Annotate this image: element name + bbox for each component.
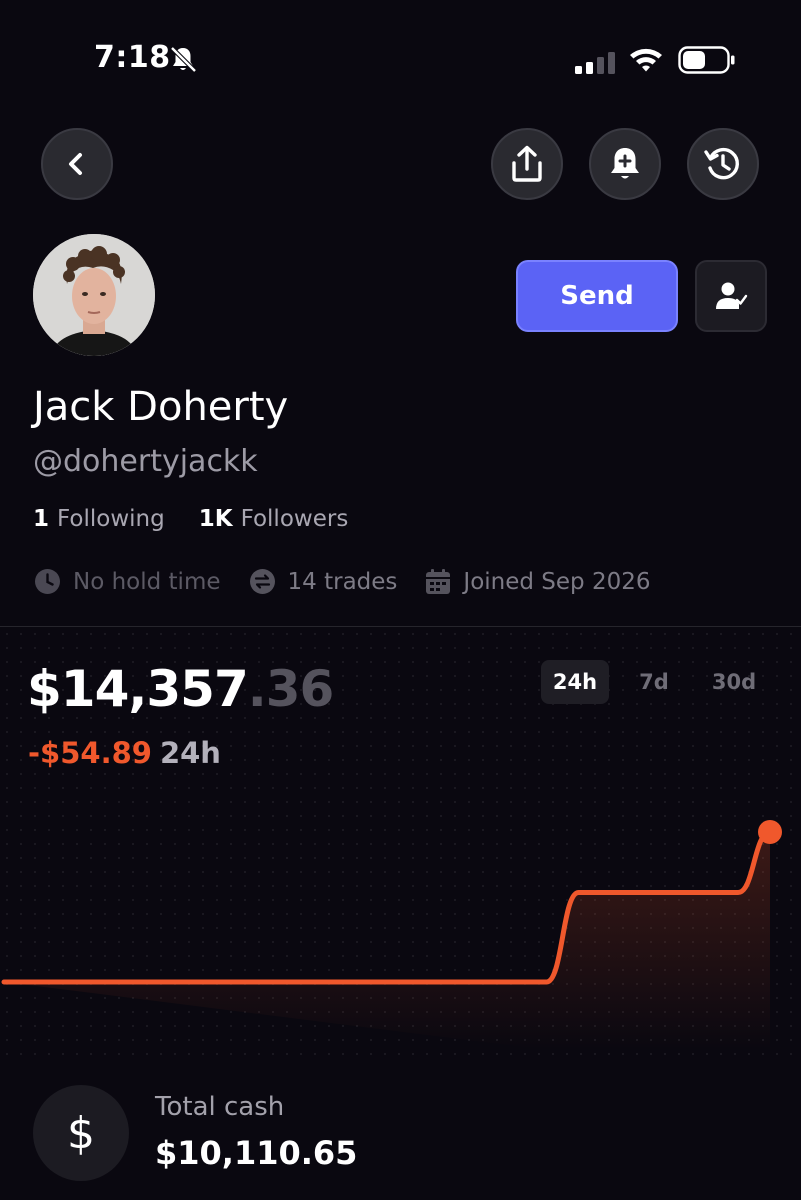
followers-label: Followers — [240, 506, 349, 532]
trades-item: 14 trades — [249, 568, 398, 595]
following-label: Following — [57, 506, 165, 532]
share-icon — [512, 145, 542, 182]
status-time: 7:18 — [94, 40, 171, 75]
wifi-icon — [630, 48, 662, 72]
portfolio-balance: $14,357.36 — [27, 660, 335, 718]
profile-name: Jack Doherty — [33, 384, 289, 430]
swap-icon — [249, 569, 275, 594]
following-count: 1 — [33, 506, 50, 532]
chart-area-fill — [4, 832, 770, 1050]
following-link[interactable]: 1 Following — [33, 506, 165, 532]
followers-link[interactable]: 1K Followers — [199, 506, 349, 532]
joined-item: Joined Sep 2026 — [425, 568, 651, 595]
battery-icon — [678, 46, 735, 74]
balance-main: $14,357 — [27, 660, 249, 718]
tab-30d[interactable]: 30d — [699, 660, 769, 704]
total-cash-value: $10,110.65 — [155, 1134, 358, 1172]
balance-chart[interactable] — [0, 800, 801, 1050]
hold-time-item: No hold time — [34, 568, 221, 595]
dollar-icon: $ — [33, 1085, 129, 1181]
trades-text: 14 trades — [287, 568, 398, 595]
bell-plus-icon — [611, 148, 639, 179]
balance-cents: .36 — [247, 660, 335, 718]
back-button[interactable] — [41, 128, 113, 200]
history-button[interactable] — [687, 128, 759, 200]
cellular-signal-icon — [575, 52, 615, 74]
share-button[interactable] — [491, 128, 563, 200]
follow-stats: 1 Following 1K Followers — [33, 506, 348, 532]
history-icon — [704, 147, 739, 180]
hold-time-text: No hold time — [73, 568, 221, 595]
joined-text: Joined Sep 2026 — [463, 568, 651, 595]
tab-24h[interactable]: 24h — [541, 660, 609, 704]
total-cash-label: Total cash — [155, 1092, 285, 1122]
clock-icon — [35, 569, 60, 594]
profile-handle: @dohertyjackk — [33, 444, 258, 479]
tab-7d[interactable]: 7d — [609, 660, 699, 704]
change-value: -$54.89 — [28, 736, 152, 770]
calendar-icon — [426, 568, 451, 594]
avatar — [33, 234, 155, 356]
user-check-icon — [716, 282, 748, 309]
send-button[interactable]: Send — [516, 260, 678, 332]
notify-button[interactable] — [589, 128, 661, 200]
chart-current-point — [758, 820, 782, 844]
chevron-left-icon — [69, 153, 82, 175]
change-period: 24h — [159, 736, 221, 770]
followers-count: 1K — [198, 506, 233, 532]
following-toggle-button[interactable] — [695, 260, 767, 332]
range-tabs: 24h 7d 30d — [541, 660, 769, 704]
profile-screen: 7:18 Send Jack Doherty @dohertyjackk 1 F… — [0, 0, 801, 1200]
bell-muted-icon — [170, 46, 197, 73]
balance-change: -$54.89 24h — [28, 736, 221, 770]
profile-meta: No hold time 14 trades Joined Sep 2026 — [34, 568, 678, 595]
